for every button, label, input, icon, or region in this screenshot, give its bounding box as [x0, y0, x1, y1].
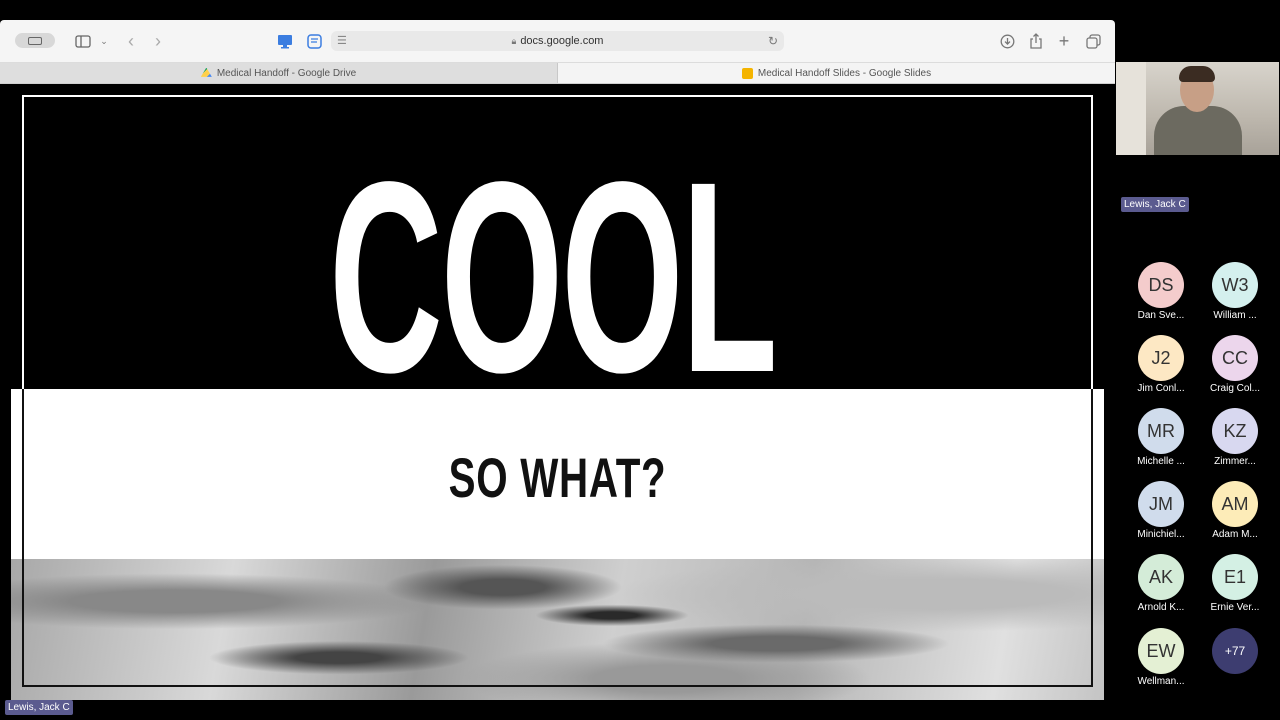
tab-overview-icon[interactable] — [1084, 32, 1102, 50]
participant-tile[interactable]: KZ Zimmer... — [1198, 408, 1272, 467]
back-icon[interactable]: ‹ — [122, 31, 140, 51]
avatar: E1 — [1212, 554, 1258, 600]
presenter-name-tag: Lewis, Jack C — [1121, 197, 1189, 212]
address-bar[interactable]: ☰ 🔒︎ docs.google.com ↻ — [331, 31, 784, 51]
tab-label: Medical Handoff - Google Drive — [216, 67, 357, 79]
avatar: AK — [1138, 554, 1184, 600]
participant-tile[interactable]: E1 Ernie Ver... — [1198, 554, 1272, 613]
lock-icon: 🔒︎ — [511, 35, 517, 46]
tab-google-drive[interactable]: Medical Handoff - Google Drive — [0, 63, 558, 83]
participant-name: Zimmer... — [1214, 456, 1256, 467]
browser-toolbar: ⌄ ‹ › ☰ 🔒︎ docs.google.com ↻ + — [0, 20, 1115, 62]
presentation-slide: COOL SO WHAT? — [0, 84, 1115, 700]
participant-name: Ernie Ver... — [1210, 602, 1260, 613]
google-drive-icon — [200, 67, 212, 77]
avatar: EW — [1138, 628, 1184, 674]
tab-google-slides[interactable]: Medical Handoff Slides - Google Slides — [558, 63, 1115, 83]
participant-name: Michelle ... — [1137, 456, 1185, 467]
google-slides-icon — [741, 67, 753, 79]
more-participants-count: +77 — [1212, 628, 1258, 674]
participant-tile[interactable]: DS Dan Sve... — [1124, 262, 1198, 321]
avatar: MR — [1138, 408, 1184, 454]
slide-headline: COOL — [329, 125, 778, 389]
participant-tile[interactable]: AM Adam M... — [1198, 481, 1272, 540]
presenter-video[interactable] — [1116, 62, 1279, 155]
reader-icon[interactable]: ☰ — [337, 34, 347, 47]
browser-window: ⌄ ‹ › ☰ 🔒︎ docs.google.com ↻ + Medical H… — [0, 20, 1115, 700]
notes-extension-icon[interactable] — [305, 32, 323, 50]
reload-icon[interactable]: ↻ — [768, 34, 778, 48]
share-icon[interactable] — [1027, 31, 1045, 51]
new-tab-icon[interactable]: + — [1055, 31, 1073, 51]
url-text: docs.google.com — [520, 35, 604, 47]
screen-share-icon[interactable] — [276, 32, 294, 50]
crumpled-paper-image — [11, 559, 1104, 700]
window-control-pill[interactable] — [15, 33, 55, 48]
participant-name: Adam M... — [1212, 529, 1258, 540]
avatar: W3 — [1212, 262, 1258, 308]
tab-label: Medical Handoff Slides - Google Slides — [757, 67, 932, 79]
avatar: DS — [1138, 262, 1184, 308]
download-icon[interactable] — [998, 32, 1016, 50]
participant-name: Arnold K... — [1137, 602, 1185, 613]
avatar: AM — [1212, 481, 1258, 527]
participant-tile[interactable]: MR Michelle ... — [1124, 408, 1198, 467]
participant-tile[interactable]: W3 William ... — [1198, 262, 1272, 321]
participant-tile[interactable]: AK Arnold K... — [1124, 554, 1198, 613]
participant-name: Craig Col... — [1209, 383, 1260, 394]
slide-middle-panel: SO WHAT? — [11, 389, 1104, 559]
slide-top-panel: COOL — [11, 84, 1104, 389]
participant-name: William ... — [1213, 310, 1257, 321]
chevron-down-icon[interactable]: ⌄ — [97, 32, 111, 50]
sidebar-toggle-icon[interactable] — [74, 32, 92, 50]
participant-name: Minichiel... — [1137, 529, 1185, 540]
forward-icon[interactable]: › — [149, 31, 167, 51]
participant-tile[interactable]: EW Wellman... — [1124, 628, 1198, 687]
avatar: KZ — [1212, 408, 1258, 454]
avatar: JM — [1138, 481, 1184, 527]
avatar: CC — [1212, 335, 1258, 381]
participant-tile[interactable]: JM Minichiel... — [1124, 481, 1198, 540]
avatar: J2 — [1138, 335, 1184, 381]
slide-subheadline: SO WHAT? — [448, 446, 667, 509]
more-participants-button[interactable]: +77 — [1198, 628, 1272, 674]
participant-tile[interactable]: J2 Jim Conl... — [1124, 335, 1198, 394]
meeting-screen: ⌄ ‹ › ☰ 🔒︎ docs.google.com ↻ + Medical H… — [0, 0, 1280, 720]
participant-name: Jim Conl... — [1137, 383, 1185, 394]
participant-name: Wellman... — [1137, 676, 1185, 687]
participant-name: Dan Sve... — [1137, 310, 1185, 321]
tab-bar: Medical Handoff - Google Drive Medical H… — [0, 62, 1115, 84]
active-speaker-name-tag: Lewis, Jack C — [5, 700, 73, 715]
participant-tile[interactable]: CC Craig Col... — [1198, 335, 1272, 394]
